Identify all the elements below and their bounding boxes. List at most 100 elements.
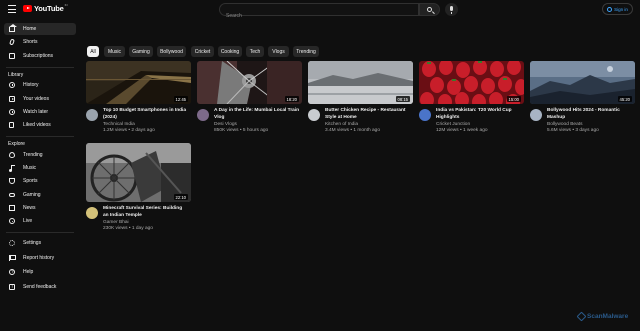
channel-name[interactable]: Cricket Junction [436,122,470,127]
video-thumbnail[interactable]: 12:45 [86,61,191,104]
video-duration: 45:20 [617,96,632,102]
channel-name[interactable]: Desi Vlogs [214,122,237,127]
chip-tech[interactable]: Tech [246,46,264,57]
youtube-logo[interactable]: YouTube IN [23,3,68,13]
search-button[interactable] [419,3,440,16]
sports-icon [9,178,15,184]
voice-search-button[interactable] [445,3,458,16]
sidebar-item-news[interactable]: News [4,202,76,214]
channel-avatar[interactable] [530,109,542,121]
sidebar-item-music[interactable]: Music [4,162,76,174]
video-duration: 08:15 [395,96,410,102]
sidebar-item-gaming[interactable]: Gaming [4,189,76,201]
sidebar-item-watch-later[interactable]: Watch later [4,106,76,118]
video-card[interactable]: 45:20 Bollywood Hits 2024 - Romantic Mas… [530,61,635,141]
menu-icon[interactable] [8,5,16,13]
subscriptions-icon [9,53,15,59]
search-input[interactable] [220,10,418,22]
video-duration: 12:45 [173,96,188,102]
channel-avatar[interactable] [308,109,320,121]
channel-avatar[interactable] [86,207,98,219]
video-meta: 12M views • 1 week ago [436,128,488,133]
video-title[interactable]: Bollywood Hits 2024 - Romantic Mashup [547,108,633,121]
sidebar-item-settings[interactable]: Settings [4,237,76,249]
video-card[interactable]: 12:45 Top 10 Budget Smartphones in India… [86,61,191,141]
sidebar-divider [6,67,74,68]
youtube-play-icon [23,5,32,12]
video-card[interactable]: 18:20 A Day in the Life: Mumbai Local Tr… [197,61,302,141]
sidebar: Home Shorts Subscriptions Library Histor… [0,20,80,331]
sidebar-item-shorts[interactable]: Shorts [4,36,76,48]
video-thumbnail[interactable]: 08:15 [308,61,413,104]
sidebar-item-label: History [23,82,39,88]
video-title[interactable]: A Day in the Life: Mumbai Local Train Vl… [214,108,300,121]
video-title[interactable]: Butter Chicken Recipe - Restaurant Style… [325,108,411,121]
channel-avatar[interactable] [197,109,209,121]
watermark-logo-icon [576,311,587,322]
video-duration: 18:20 [284,96,299,102]
chip-music[interactable]: Music [104,46,125,57]
sidebar-item-history[interactable]: History [4,79,76,91]
trending-icon [9,152,15,158]
send-feedback-icon [9,284,15,290]
video-title[interactable]: Top 10 Budget Smartphones in India (2024… [103,108,189,121]
sidebar-item-send-feedback[interactable]: Send feedback [4,281,76,293]
video-thumbnail[interactable]: 22:10 [86,143,191,202]
sidebar-item-live[interactable]: Live [4,215,76,227]
sidebar-item-label: Gaming [23,192,41,198]
sidebar-item-home[interactable]: Home [4,23,76,35]
sidebar-item-sports[interactable]: Sports [4,175,76,187]
channel-name[interactable]: Technical India [103,122,135,127]
channel-name[interactable]: Gamer Bhai [103,220,129,225]
sidebar-item-label: Report history [23,255,55,261]
sidebar-item-label: Live [23,218,33,224]
video-thumbnail[interactable]: 15:00 [419,61,524,104]
sidebar-item-label: Liked videos [23,122,51,128]
news-icon [9,205,15,211]
video-thumbnail[interactable]: 18:20 [197,61,302,104]
gaming-icon [9,193,15,197]
sidebar-item-label: News [23,205,36,211]
video-card[interactable]: 22:10 Minecraft Survival Series: Buildin… [86,143,191,235]
sidebar-item-label: Shorts [23,39,38,45]
explore-section-title: Explore [8,141,25,147]
video-duration: 22:10 [173,194,188,200]
logo-text: YouTube [34,4,64,13]
chip-cooking[interactable]: Cooking [218,46,242,57]
live-icon [9,218,15,224]
sidebar-item-label: Send feedback [23,284,57,290]
home-icon [8,24,17,32]
sidebar-item-subscriptions[interactable]: Subscriptions [4,50,76,62]
sidebar-item-help[interactable]: Help [4,266,76,278]
video-meta: 1.2M views • 2 days ago [103,128,155,133]
chip-cricket[interactable]: Cricket [191,46,214,57]
video-title[interactable]: Minecraft Survival Series: Building an I… [103,206,189,219]
video-card[interactable]: 15:00 India vs Pakistan: T20 World Cup H… [419,61,524,141]
sidebar-item-label: Your videos [23,96,49,102]
video-card[interactable]: 08:15 Butter Chicken Recipe - Restaurant… [308,61,413,141]
channel-name[interactable]: Bollywood Beats [547,122,582,127]
chip-vlogs[interactable]: Vlogs [268,46,289,57]
watermark-text: ScanMalware [587,313,629,320]
sidebar-item-your-videos[interactable]: Your videos [4,93,76,105]
channel-name[interactable]: Kitchen of India [325,122,358,127]
sidebar-item-report-history[interactable]: Report history [4,252,76,264]
sign-in-button[interactable]: Sign in [602,3,633,15]
channel-avatar[interactable] [419,109,431,121]
sidebar-item-label: Watch later [23,109,49,115]
chip-gaming[interactable]: Gaming [129,46,153,57]
chip-trending[interactable]: Trending [293,46,319,57]
sidebar-item-label: Subscriptions [23,53,54,59]
help-icon [9,269,15,275]
video-title[interactable]: India vs Pakistan: T20 World Cup Highlig… [436,108,522,121]
sidebar-divider [6,232,74,233]
sidebar-item-liked-videos[interactable]: Liked videos [4,119,76,131]
music-icon [9,165,15,172]
chip-bollywood[interactable]: Bollywood [157,46,186,57]
your-videos-icon [9,96,15,102]
video-thumbnail[interactable]: 45:20 [530,61,635,104]
chip-all[interactable]: All [87,46,99,57]
report-history-icon [9,255,16,261]
sidebar-item-trending[interactable]: Trending [4,149,76,161]
channel-avatar[interactable] [86,109,98,121]
